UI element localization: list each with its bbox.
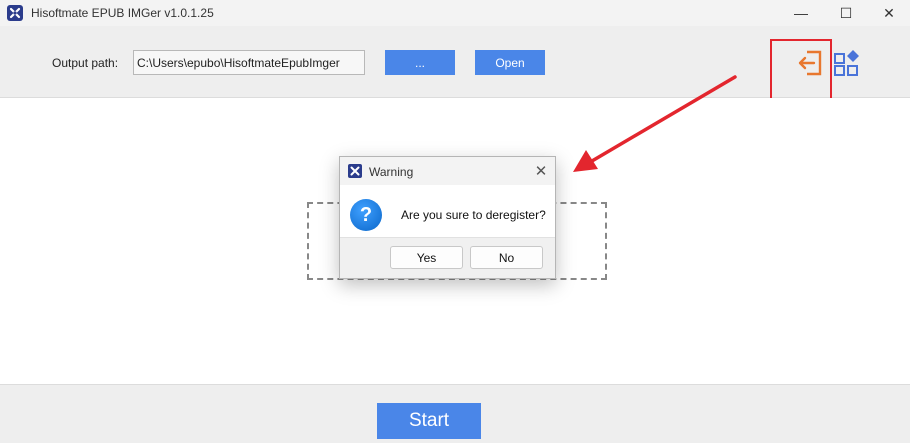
window-title: Hisoftmate EPUB IMGer v1.0.1.25 <box>31 6 214 20</box>
question-icon: ? <box>350 199 382 231</box>
dialog-message: Are you sure to deregister? <box>401 208 546 222</box>
open-button[interactable]: Open <box>475 50 545 75</box>
dialog-app-icon <box>348 164 362 178</box>
app-logo-icon <box>7 5 23 21</box>
dialog-title-bar: Warning ✕ <box>340 157 555 185</box>
close-icon: ✕ <box>534 163 548 180</box>
warning-dialog: Warning ✕ ? Are you sure to deregister? … <box>339 156 556 279</box>
browse-button[interactable]: ... <box>385 50 455 75</box>
no-button[interactable]: No <box>470 246 543 269</box>
logout-icon[interactable] <box>797 49 823 77</box>
dialog-footer: Yes No <box>340 237 555 278</box>
dialog-close-button[interactable]: ✕ <box>532 162 550 180</box>
title-bar: Hisoftmate EPUB IMGer v1.0.1.25 — ☐ ✕ <box>0 0 910 26</box>
start-button[interactable]: Start <box>377 403 481 439</box>
maximize-button[interactable]: ☐ <box>823 0 869 26</box>
minimize-button[interactable]: — <box>778 0 824 26</box>
close-button[interactable]: ✕ <box>866 0 910 26</box>
output-path-field[interactable] <box>133 50 365 75</box>
dialog-title: Warning <box>369 165 414 179</box>
dialog-body: ? Are you sure to deregister? <box>340 185 555 237</box>
apps-icon[interactable] <box>833 49 861 77</box>
minimize-icon: — <box>794 5 808 21</box>
bottom-bar: Start <box>0 384 910 443</box>
close-icon: ✕ <box>883 4 895 21</box>
maximize-icon: ☐ <box>839 4 853 21</box>
yes-button[interactable]: Yes <box>390 246 463 269</box>
output-path-label: Output path: <box>52 56 119 70</box>
